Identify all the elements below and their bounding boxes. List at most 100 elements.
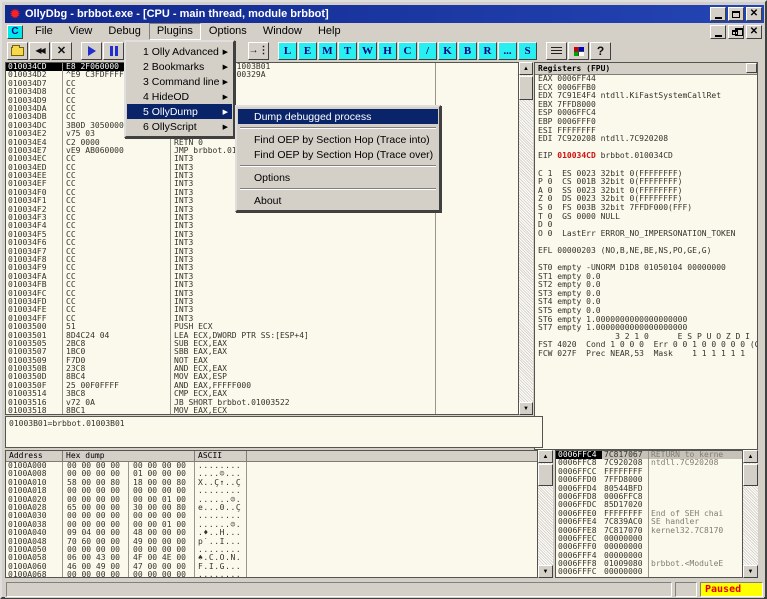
disasm-row[interactable]: 010034D8 CC INT3 [6,88,518,96]
register-line[interactable] [535,161,757,170]
close-process-button[interactable]: ✕ [51,42,72,60]
hexdump-row[interactable]: 0100A018 00 00 00 00 00 00 00 00 .......… [6,487,537,495]
stack-row[interactable]: 0006FFF0 00000000 [556,543,742,551]
hexdump-row[interactable]: 0100A030 00 00 00 00 00 00 00 00 .......… [6,512,537,520]
disasm-row[interactable]: 0100350F 25 00F0FFFF AND EAX,FFFFF000 [6,382,518,390]
register-line[interactable]: FCW 027F Prec NEAR,53 Mask 1 1 1 1 1 1 [535,350,757,359]
options-list-button[interactable] [546,42,567,60]
register-line-eip[interactable]: EIP 010034CD brbbot.010034CD [535,152,757,161]
register-line[interactable]: ST0 empty -UNORM D1D8 01050104 00000000 [535,264,757,273]
disasm-row[interactable]: 0100350D 8BC4 MOV EAX,ESP [6,373,518,381]
menubar-item[interactable]: Window [255,23,310,40]
disasm-row[interactable]: 01003518 8BC1 MOV EAX,ECX [6,407,518,415]
hexdump-row[interactable]: 0100A048 70 60 00 00 49 00 00 00 p`..I..… [6,538,537,546]
register-line[interactable]: EFL 00000203 (NO,B,NE,BE,NS,PO,GE,G) [535,247,757,256]
letter-window-button[interactable]: H [378,42,397,60]
menubar-item[interactable]: Options [201,23,255,40]
menubar-item[interactable]: File [27,23,61,40]
letter-window-button[interactable]: E [298,42,317,60]
stack-row[interactable]: 0006FFD8 0006FFC8 [556,493,742,501]
letter-window-button[interactable]: B [458,42,477,60]
register-line[interactable]: T 0 GS 0000 NULL [535,213,757,222]
scroll-down-arrow[interactable]: ▼ [743,565,758,578]
mdi-restore-button[interactable] [728,25,744,39]
ollydump-submenu-item[interactable]: About [238,193,438,208]
plugins-menu-item[interactable]: 5 OllyDump ▶ [127,104,232,119]
register-line[interactable]: A 0 SS 0023 32bit 0(FFFFFFFF) [535,187,757,196]
ollydump-submenu-item[interactable]: Find OEP by Section Hop (Trace over) [238,147,438,162]
register-line[interactable] [535,255,757,264]
letter-window-button[interactable]: C [398,42,417,60]
stack-row[interactable]: 0006FFC4 7C817067 RETURN to kerne [556,451,742,459]
hexdump-row[interactable]: 0100A028 65 00 00 00 30 00 00 80 e...0..… [6,504,537,512]
ollydump-submenu-item[interactable] [240,165,436,167]
scroll-down-arrow[interactable]: ▼ [519,402,533,415]
stack-row[interactable]: 0006FFF8 01009080 brbbot.<ModuleE [556,560,742,568]
stack-row[interactable]: 0006FFC8 7C920208 ntdll.7C920208 [556,459,742,467]
register-line[interactable]: O 0 LastErr ERROR_NO_IMPERSONATION_TOKEN [535,230,757,239]
mdi-minimize-button[interactable] [710,25,726,39]
scroll-up-arrow[interactable]: ▲ [538,450,553,463]
disasm-row[interactable]: 010034F3 CC INT3 [6,214,518,222]
run-button[interactable] [81,42,102,60]
scroll-down-arrow[interactable]: ▼ [538,565,553,578]
hexdump-row[interactable]: 0100A038 00 00 00 00 00 00 01 00 ......☺… [6,521,537,529]
ollydump-submenu-item[interactable]: Options [238,170,438,185]
hexdump-row[interactable]: 0100A058 06 00 43 00 4F 00 4E 00 ♠.C.O.N… [6,554,537,562]
disasm-row[interactable]: 01003507 1BC0 SBB EAX,EAX [6,348,518,356]
register-line[interactable]: C 1 ES 0023 32bit 0(FFFFFFFF) [535,170,757,179]
stack-row[interactable]: 0006FFFC 00000000 [556,568,742,576]
appearance-button[interactable] [568,42,589,60]
register-line[interactable]: EAX 0006FF44 [535,75,757,84]
register-line[interactable]: FST 4020 Cond 1 0 0 0 Err 0 0 1 0 0 0 0 … [535,341,757,350]
stack-row[interactable]: 0006FFF4 00000000 [556,552,742,560]
disasm-row[interactable]: 010034FC CC INT3 [6,290,518,298]
scroll-up-arrow[interactable]: ▲ [743,450,758,463]
maximize-button[interactable] [728,7,744,21]
step-over-button[interactable]: →⋮ [248,42,269,60]
register-line[interactable]: ST7 empty 1.0000000000000000000 [535,324,757,333]
disasm-row[interactable]: 010034F7 CC INT3 [6,248,518,256]
disasm-row[interactable]: 0100350B 23C8 AND ECX,EAX [6,365,518,373]
letter-window-button[interactable]: S [518,42,537,60]
disasm-row[interactable]: 010034FD CC INT3 [6,298,518,306]
plugins-menu-item[interactable]: 4 HideOD ▶ [127,89,232,104]
disasm-row[interactable]: 01003514 3BC8 CMP ECX,EAX [6,390,518,398]
ollydump-submenu-item[interactable]: Dump debugged process [238,109,438,124]
stack-row[interactable]: 0006FFE0 FFFFFFFF End of SEH chai [556,510,742,518]
disasm-row[interactable]: 010034FA CC INT3 [6,273,518,281]
mdi-close-button[interactable]: ✕ [746,25,762,39]
stack-row[interactable]: 0006FFE4 7C839AC0 SE handler [556,518,742,526]
register-line[interactable] [535,238,757,247]
register-line[interactable]: D 0 [535,221,757,230]
letter-window-button[interactable]: T [338,42,357,60]
disasm-row[interactable]: 01003501 8D4C24 04 LEA ECX,DWORD PTR SS:… [6,332,518,340]
register-line[interactable]: S 0 FS 003B 32bit 7FFDF000(FFF) [535,204,757,213]
disasm-row[interactable]: 01003500 51 PUSH ECX [6,323,518,331]
register-line[interactable]: EBP 0006FFF0 [535,118,757,127]
register-line[interactable]: ESP 0006FFC4 [535,109,757,118]
hexdump-row[interactable]: 0100A008 00 00 00 00 01 00 00 00 ....☺..… [6,470,537,478]
disasm-row[interactable]: 010034D9 CC INT3 [6,97,518,105]
minimize-button[interactable] [710,7,726,21]
register-line[interactable]: ST3 empty 0.0 [535,290,757,299]
hexdump-row[interactable]: 0100A020 00 00 00 00 00 00 01 00 ......☺… [6,496,537,504]
menubar-item[interactable]: View [61,23,101,40]
letter-window-button[interactable]: L [278,42,297,60]
scroll-up-arrow[interactable]: ▲ [519,62,533,75]
ollydump-submenu-item[interactable] [240,127,436,129]
register-line[interactable]: ESI FFFFFFFF [535,127,757,136]
stack-row[interactable]: 0006FFDC 85D17020 [556,501,742,509]
disasm-row[interactable]: 01003509 F7D0 NOT EAX [6,357,518,365]
letter-window-button[interactable]: / [418,42,437,60]
disasm-scrollbar[interactable]: ▲ ▼ [519,62,533,415]
register-line[interactable]: EDX 7C91E4F4 ntdll.KiFastSystemCallRet [535,92,757,101]
disasm-row[interactable]: 01003505 2BC8 SUB ECX,EAX [6,340,518,348]
register-line[interactable]: EDI 7C920208 ntdll.7C920208 [535,135,757,144]
register-line[interactable]: ECX 0006FFB0 [535,84,757,93]
stack-row[interactable]: 0006FFCC FFFFFFFF [556,468,742,476]
register-line[interactable]: P 0 CS 001B 32bit 0(FFFFFFFF) [535,178,757,187]
help-button[interactable]: ? [590,42,611,60]
menubar-item[interactable]: Help [310,23,349,40]
stack-row[interactable]: 0006FFEC 00000000 [556,535,742,543]
